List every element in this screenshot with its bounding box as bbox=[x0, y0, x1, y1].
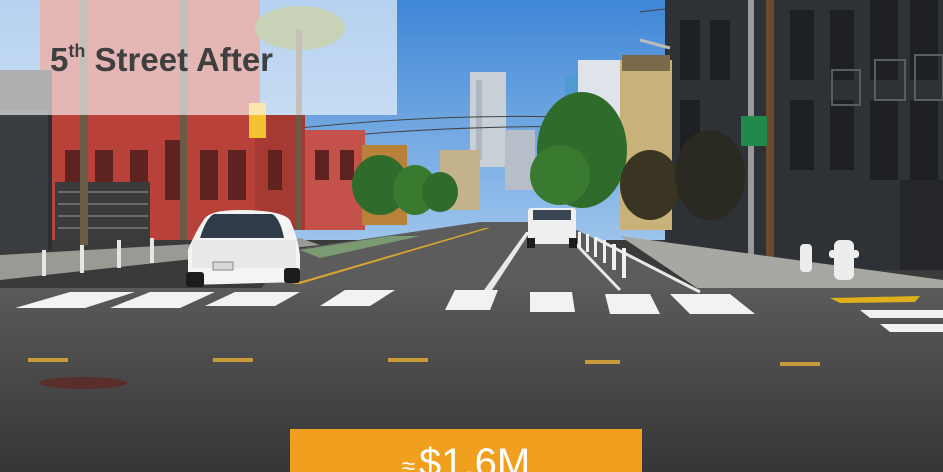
right-buildings bbox=[620, 0, 943, 270]
title-number: 5 bbox=[50, 41, 69, 78]
manhole bbox=[39, 377, 127, 389]
white-truck bbox=[527, 208, 577, 248]
title-rest: Street After bbox=[85, 41, 274, 78]
cost-value: $1.6M bbox=[419, 441, 531, 472]
white-car bbox=[186, 210, 300, 287]
title-banner: 5th Street After bbox=[0, 0, 397, 115]
cost-approx-symbol: ≈ bbox=[401, 453, 415, 472]
title-ordinal: th bbox=[68, 41, 86, 61]
slide-title: 5th Street After bbox=[50, 40, 273, 80]
cost-text: ≈ $1.6M bbox=[290, 441, 642, 472]
cost-banner: ≈ $1.6M bbox=[290, 429, 642, 472]
